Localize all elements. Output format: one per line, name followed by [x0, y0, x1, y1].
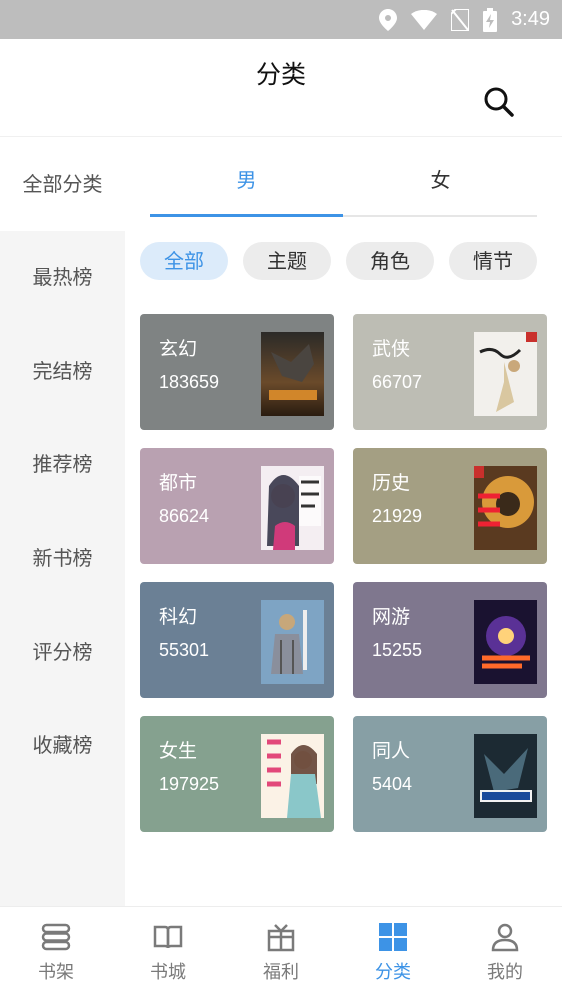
category-name: 玄幻 — [159, 338, 198, 360]
nav-item-bookstore[interactable]: 书城 — [112, 907, 224, 999]
nav-label: 书城 — [150, 962, 186, 983]
gift-icon — [265, 921, 297, 953]
search-icon — [482, 87, 516, 123]
no-sim-icon — [451, 8, 470, 31]
book-cover-image — [474, 600, 537, 684]
sidebar-item-rating[interactable]: 评分榜 — [0, 638, 125, 666]
book-cover-image — [474, 466, 537, 550]
filter-chip-all[interactable]: 全部 — [140, 242, 228, 280]
nav-label: 我的 — [487, 962, 523, 983]
battery-charging-icon — [483, 7, 498, 32]
category-name: 女生 — [159, 740, 198, 762]
category-count: 5404 — [372, 774, 413, 794]
category-count: 21929 — [372, 506, 423, 526]
nav-label: 书架 — [38, 962, 74, 983]
book-cover-image — [261, 332, 324, 416]
category-name: 都市 — [159, 472, 198, 494]
app-header: 分类 — [0, 39, 562, 137]
sidebar-item-hot[interactable]: 最热榜 — [0, 263, 125, 291]
category-card-dushi[interactable]: 都市 86624 — [140, 448, 334, 564]
search-button[interactable] — [482, 85, 516, 119]
category-name: 历史 — [372, 472, 411, 494]
category-name: 同人 — [372, 740, 411, 762]
status-icons: 3:49 — [379, 0, 550, 39]
nav-item-category[interactable]: 分类 — [337, 907, 449, 999]
tab-female[interactable]: 女 — [344, 166, 537, 194]
category-count: 66707 — [372, 372, 423, 392]
category-card-wuxia[interactable]: 武侠 66707 — [353, 314, 547, 430]
grid-icon — [377, 921, 409, 953]
category-card-tongren[interactable]: 同人 5404 — [353, 716, 547, 832]
sidebar-item-favorites[interactable]: 收藏榜 — [0, 731, 125, 759]
sidebar-item-all[interactable]: 全部分类 — [0, 170, 125, 198]
filter-chip-plot[interactable]: 情节 — [449, 242, 537, 280]
nav-item-profile[interactable]: 我的 — [449, 907, 561, 999]
nav-label: 分类 — [375, 962, 411, 983]
tab-underline-active — [150, 214, 343, 217]
category-count: 15255 — [372, 640, 423, 660]
filter-chip-role[interactable]: 角色 — [346, 242, 434, 280]
status-bar: 3:49 — [0, 0, 562, 39]
book-icon — [152, 921, 184, 953]
category-name: 武侠 — [372, 338, 411, 360]
book-cover-image — [261, 600, 324, 684]
book-cover-image — [474, 332, 537, 416]
category-count: 183659 — [159, 372, 220, 392]
category-count: 86624 — [159, 506, 210, 526]
location-icon — [379, 8, 398, 31]
sidebar: 全部分类 最热榜 完结榜 推荐榜 新书榜 评分榜 收藏榜 — [0, 138, 125, 906]
sidebar-item-new[interactable]: 新书榜 — [0, 544, 125, 572]
book-cover-image — [474, 734, 537, 818]
category-card-xuanhuan[interactable]: 玄幻 183659 — [140, 314, 334, 430]
page-title: 分类 — [255, 60, 306, 89]
category-name: 网游 — [372, 606, 411, 628]
tab-male[interactable]: 男 — [150, 166, 343, 194]
bottom-nav: 书架 书城 福利 分类 我的 — [0, 906, 562, 999]
sidebar-item-recommended[interactable]: 推荐榜 — [0, 450, 125, 478]
status-time: 3:49 — [511, 8, 550, 30]
nav-label: 福利 — [263, 962, 299, 983]
bookshelf-icon — [40, 921, 72, 953]
category-card-nvsheng[interactable]: 女生 197925 — [140, 716, 334, 832]
category-card-wangyou[interactable]: 网游 15255 — [353, 582, 547, 698]
category-card-lishi[interactable]: 历史 21929 — [353, 448, 547, 564]
category-count: 197925 — [159, 774, 220, 794]
category-count: 55301 — [159, 640, 210, 660]
person-icon — [489, 921, 521, 953]
nav-item-benefits[interactable]: 福利 — [225, 907, 337, 999]
book-cover-image — [261, 466, 324, 550]
wifi-icon — [411, 9, 438, 30]
category-card-kehuan[interactable]: 科幻 55301 — [140, 582, 334, 698]
nav-item-bookshelf[interactable]: 书架 — [0, 907, 112, 999]
book-cover-image — [261, 734, 324, 818]
filter-chip-theme[interactable]: 主题 — [243, 242, 331, 280]
category-name: 科幻 — [159, 606, 198, 628]
sidebar-item-finished[interactable]: 完结榜 — [0, 357, 125, 385]
